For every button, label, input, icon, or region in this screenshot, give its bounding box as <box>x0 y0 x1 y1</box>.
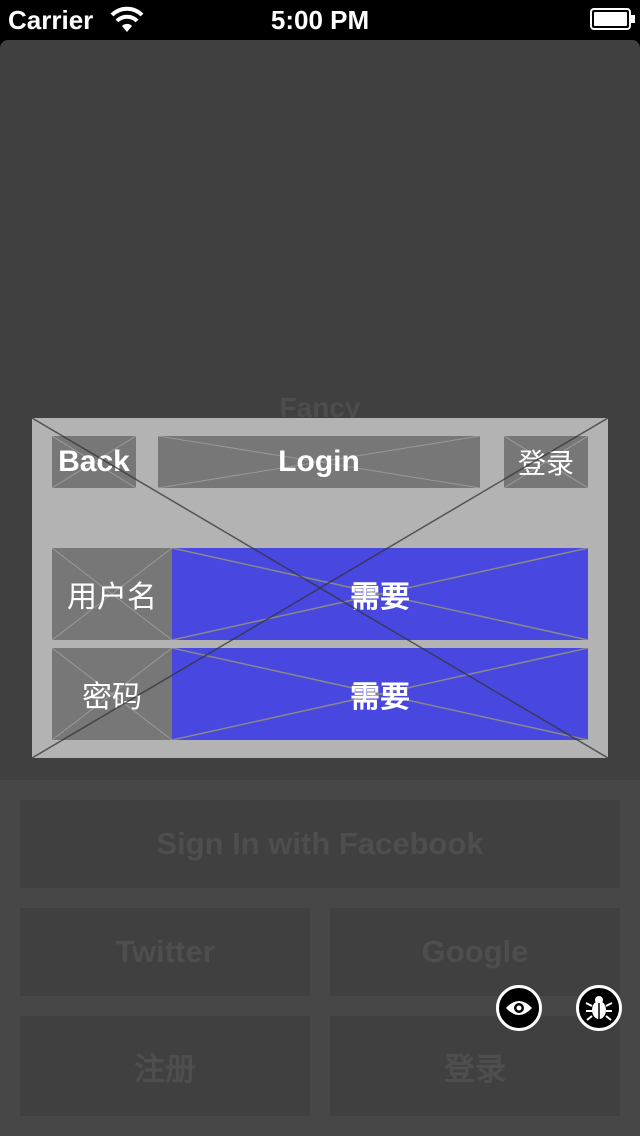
login-title: Login <box>158 436 480 488</box>
login-panel: Back Login 登录 用户名 需要 密码 需要 <box>32 418 608 758</box>
social-login-panel: Sign In with Facebook Twitter Google 注册 … <box>0 780 640 1136</box>
password-label: 密码 <box>52 648 172 740</box>
password-field-value: 需要 <box>350 681 410 714</box>
username-label: 用户名 <box>52 548 172 640</box>
back-button[interactable]: Back <box>52 436 136 488</box>
back-label: Back <box>58 445 130 478</box>
twitter-button[interactable]: Twitter <box>20 908 310 996</box>
password-label-text: 密码 <box>82 681 142 714</box>
eye-glyph <box>506 1001 532 1015</box>
eye-icon[interactable] <box>496 985 542 1031</box>
status-time: 5:00 PM <box>270 5 370 35</box>
battery-icon <box>590 8 635 30</box>
login-title-label: Login <box>278 445 360 478</box>
google-label: Google <box>421 934 529 969</box>
bottom-login-button[interactable]: 登录 <box>330 1016 620 1116</box>
login-submit-button[interactable]: 登录 <box>504 436 588 488</box>
register-label: 注册 <box>134 1051 196 1087</box>
bug-icon[interactable] <box>576 985 622 1031</box>
register-button[interactable]: 注册 <box>20 1016 310 1116</box>
password-field[interactable]: 需要 <box>172 648 588 740</box>
facebook-signin-label: Sign In with Facebook <box>156 826 484 861</box>
username-label-text: 用户名 <box>67 581 157 614</box>
login-submit-label: 登录 <box>517 448 574 479</box>
status-bar: Carrier 5:00 PM <box>0 0 640 40</box>
username-field[interactable]: 需要 <box>172 548 588 640</box>
bottom-login-label: 登录 <box>444 1051 506 1087</box>
facebook-signin-button[interactable]: Sign In with Facebook <box>20 800 620 888</box>
twitter-label: Twitter <box>115 934 215 969</box>
google-button[interactable]: Google <box>330 908 620 996</box>
username-field-value: 需要 <box>350 581 410 614</box>
bug-glyph <box>585 996 613 1021</box>
